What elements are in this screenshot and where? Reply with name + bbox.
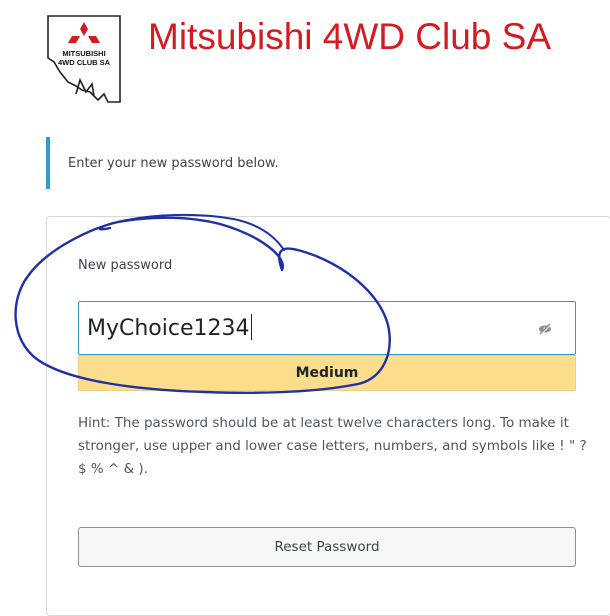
info-message-text: Enter your new password below. [68,156,279,171]
password-value: MyChoice1234 [87,314,252,341]
mitsubishi-logo-icon: MITSUBISHI 4WD CLUB SA [47,15,121,103]
site-title[interactable]: Mitsubishi 4WD Club SA [148,16,551,58]
reset-password-button[interactable]: Reset Password [78,527,576,567]
eye-slash-icon[interactable] [537,321,553,337]
club-logo: MITSUBISHI 4WD CLUB SA [46,14,122,104]
password-strength-meter: Medium [78,355,576,391]
text-caret [250,314,252,340]
info-message: Enter your new password below. [46,137,610,189]
new-password-label: New password [78,258,173,273]
password-hint: Hint: The password should be at least tw… [78,415,587,477]
logo-line-2: 4WD CLUB SA [58,58,111,67]
logo-line-1: MITSUBISHI [62,49,105,58]
new-password-input[interactable]: MyChoice1234 [78,301,576,355]
